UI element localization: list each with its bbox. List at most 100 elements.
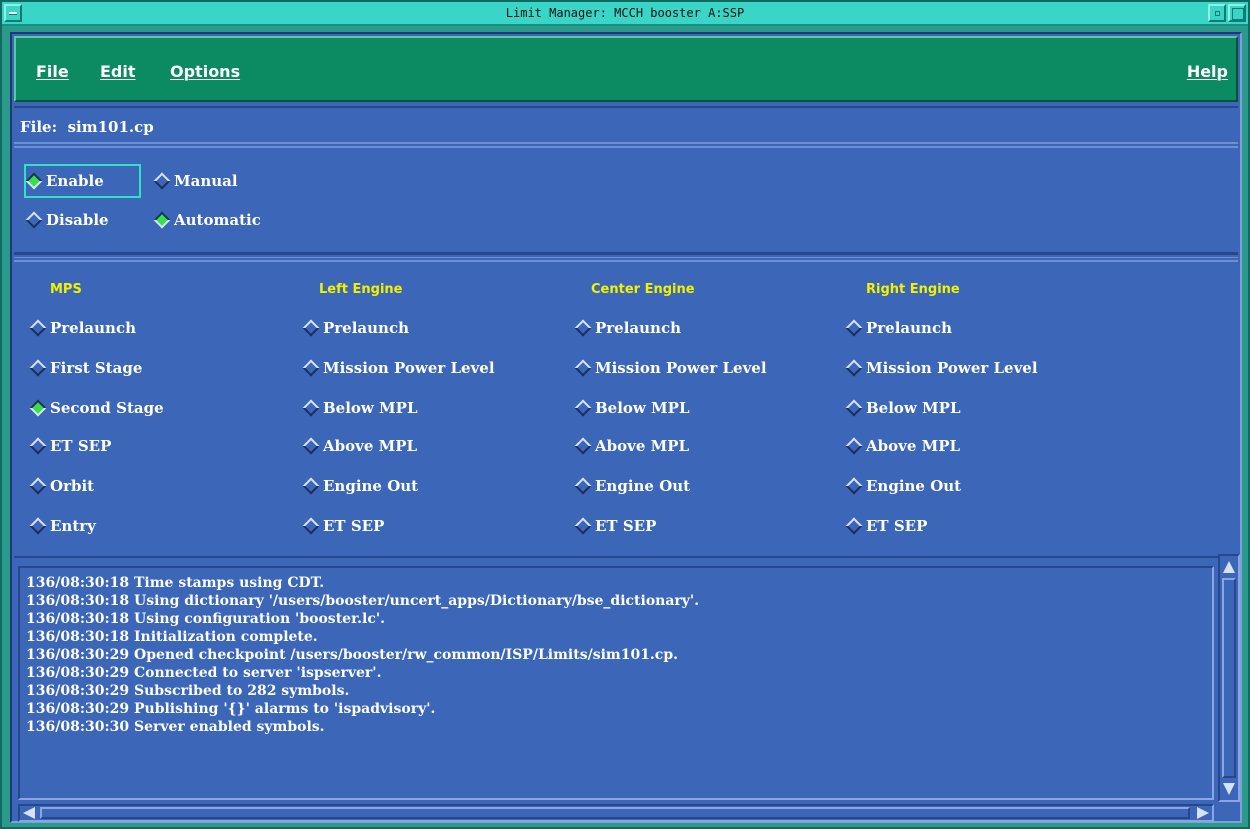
phase-radio[interactable]: Mission Power Level [844, 356, 1038, 380]
phase-radio[interactable]: Above MPL [573, 434, 689, 458]
phase-label: Above MPL [323, 437, 418, 455]
automatic-label: Automatic [174, 211, 261, 229]
menu-help[interactable]: Help [1187, 62, 1228, 81]
phase-radio[interactable]: Below MPL [844, 396, 961, 420]
phase-label: ET SEP [866, 517, 928, 535]
file-info-bar: File: sim101.cp [14, 106, 1238, 144]
maximize-button[interactable] [1228, 4, 1246, 22]
radio-diamond-icon [29, 477, 47, 495]
radio-diamond-icon [25, 172, 43, 190]
phase-label: Engine Out [866, 477, 962, 495]
radio-diamond-icon [574, 517, 592, 535]
horizontal-scrollbar[interactable] [18, 804, 1214, 822]
scroll-down-arrow-icon[interactable] [1223, 783, 1235, 795]
phase-radio[interactable]: Mission Power Level [573, 356, 767, 380]
phase-label: Prelaunch [50, 319, 136, 337]
log-line: 136/08:30:30 Server enabled symbols. [26, 719, 325, 735]
phase-radio[interactable]: First Stage [28, 356, 142, 380]
phase-radio[interactable]: Second Stage [28, 396, 164, 420]
phase-radio[interactable]: Above MPL [301, 434, 417, 458]
phase-radio[interactable]: Entry [28, 514, 96, 538]
scroll-right-arrow-icon[interactable] [1197, 807, 1209, 819]
phase-radio[interactable]: Below MPL [301, 396, 418, 420]
radio-diamond-icon [574, 477, 592, 495]
vertical-scrollbar[interactable] [1218, 554, 1240, 802]
window-title: Limit Manager: MCCH booster A:SSP [505, 6, 745, 20]
radio-diamond-icon [845, 359, 863, 377]
enable-radio[interactable]: Enable [24, 169, 104, 193]
minimize-button[interactable] [1208, 4, 1226, 22]
radio-diamond-icon [845, 319, 863, 337]
phase-label: Orbit [50, 477, 95, 495]
radio-diamond-icon [29, 399, 47, 417]
radio-diamond-icon [302, 319, 320, 337]
radio-diamond-icon [29, 437, 47, 455]
scroll-left-arrow-icon[interactable] [23, 807, 35, 819]
phase-radio[interactable]: Prelaunch [28, 316, 136, 340]
manual-label: Manual [174, 172, 238, 190]
vertical-scroll-thumb[interactable] [1222, 578, 1236, 778]
column-header: Center Engine [591, 282, 695, 297]
column-header: Left Engine [319, 282, 403, 297]
phase-selection-panel: MPS Prelaunch First Stage Second Stage ET SE… [14, 260, 1238, 558]
phase-label: Above MPL [595, 437, 690, 455]
separator [14, 254, 1238, 258]
column-header: MPS [50, 282, 82, 297]
phase-label: Engine Out [323, 477, 419, 495]
radio-diamond-icon [845, 477, 863, 495]
client-area: File Edit Options Help File: sim101.cp E… [10, 32, 1242, 823]
phase-label: First Stage [50, 359, 143, 377]
radio-diamond-icon [25, 211, 43, 229]
log-line: 136/08:30:29 Connected to server 'ispser… [26, 665, 382, 681]
phase-radio[interactable]: Engine Out [844, 474, 961, 498]
radio-diamond-icon [302, 437, 320, 455]
phase-label: Engine Out [595, 477, 691, 495]
disable-radio[interactable]: Disable [24, 208, 109, 232]
phase-radio[interactable]: ET SEP [301, 514, 384, 538]
radio-diamond-icon [845, 399, 863, 417]
radio-diamond-icon [153, 211, 171, 229]
menu-file[interactable]: File [36, 62, 69, 81]
phase-label: Prelaunch [323, 319, 409, 337]
automatic-radio[interactable]: Automatic [152, 208, 261, 232]
phase-label: ET SEP [595, 517, 657, 535]
file-name-label: File: sim101.cp [20, 118, 154, 136]
menu-edit[interactable]: Edit [100, 62, 136, 81]
menu-bar: File Edit Options Help [14, 36, 1238, 102]
radio-diamond-icon [845, 517, 863, 535]
radio-diamond-icon [574, 359, 592, 377]
limit-manager-window: Limit Manager: MCCH booster A:SSP File E… [0, 0, 1250, 829]
radio-diamond-icon [302, 477, 320, 495]
radio-diamond-icon [29, 359, 47, 377]
menu-options[interactable]: Options [170, 62, 240, 81]
phase-label: Second Stage [50, 399, 164, 417]
phase-radio[interactable]: Prelaunch [844, 316, 952, 340]
message-log[interactable]: 136/08:30:18 Time stamps using CDT. 136/0… [18, 566, 1214, 800]
phase-radio[interactable]: ET SEP [573, 514, 656, 538]
log-line: 136/08:30:29 Publishing '{}' alarms to '… [26, 701, 436, 717]
phase-label: Below MPL [323, 399, 418, 417]
log-line: 136/08:30:18 Using dictionary '/users/bo… [26, 593, 700, 609]
phase-radio[interactable]: Prelaunch [573, 316, 681, 340]
phase-label: Prelaunch [866, 319, 952, 337]
radio-diamond-icon [574, 437, 592, 455]
phase-radio[interactable]: ET SEP [28, 434, 111, 458]
radio-diamond-icon [29, 517, 47, 535]
log-line: 136/08:30:29 Opened checkpoint /users/bo… [26, 647, 678, 663]
phase-radio[interactable]: Engine Out [301, 474, 418, 498]
phase-label: Prelaunch [595, 319, 681, 337]
enable-label: Enable [46, 172, 104, 190]
title-bar[interactable]: Limit Manager: MCCH booster A:SSP [2, 2, 1248, 26]
phase-label: Mission Power Level [595, 359, 767, 377]
log-line: 136/08:30:18 Initialization complete. [26, 629, 318, 645]
phase-radio[interactable]: Mission Power Level [301, 356, 495, 380]
phase-radio[interactable]: Engine Out [573, 474, 690, 498]
phase-radio[interactable]: Below MPL [573, 396, 690, 420]
phase-radio[interactable]: Above MPL [844, 434, 960, 458]
phase-radio[interactable]: Prelaunch [301, 316, 409, 340]
manual-radio[interactable]: Manual [152, 169, 238, 193]
scroll-up-arrow-icon[interactable] [1223, 561, 1235, 573]
horizontal-scroll-thumb[interactable] [40, 807, 1190, 819]
phase-radio[interactable]: Orbit [28, 474, 94, 498]
phase-radio[interactable]: ET SEP [844, 514, 927, 538]
